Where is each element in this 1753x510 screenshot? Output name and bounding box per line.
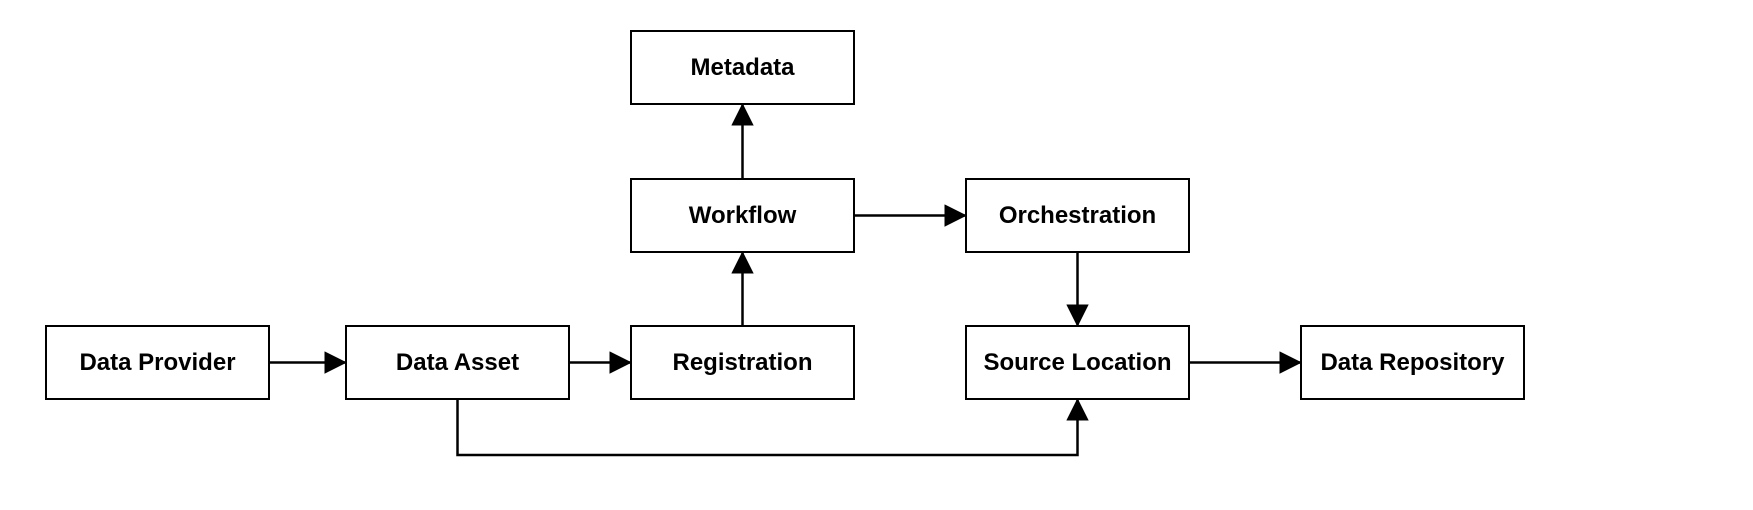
node-registration: Registration <box>630 325 855 400</box>
diagram-canvas: Data Provider Data Asset Registration Wo… <box>0 0 1753 510</box>
node-workflow: Workflow <box>630 178 855 253</box>
node-label: Data Provider <box>79 349 235 377</box>
node-label: Data Asset <box>396 349 519 377</box>
node-orchestration: Orchestration <box>965 178 1190 253</box>
edges-layer <box>0 0 1753 510</box>
node-data-repository: Data Repository <box>1300 325 1525 400</box>
node-label: Metadata <box>690 54 794 82</box>
node-label: Source Location <box>983 349 1171 377</box>
node-label: Registration <box>672 349 812 377</box>
node-label: Data Repository <box>1320 349 1504 377</box>
node-label: Orchestration <box>999 202 1156 230</box>
node-metadata: Metadata <box>630 30 855 105</box>
node-label: Workflow <box>689 202 797 230</box>
node-data-provider: Data Provider <box>45 325 270 400</box>
node-data-asset: Data Asset <box>345 325 570 400</box>
edge-data_asset-to-source_location <box>458 400 1078 455</box>
node-source-location: Source Location <box>965 325 1190 400</box>
